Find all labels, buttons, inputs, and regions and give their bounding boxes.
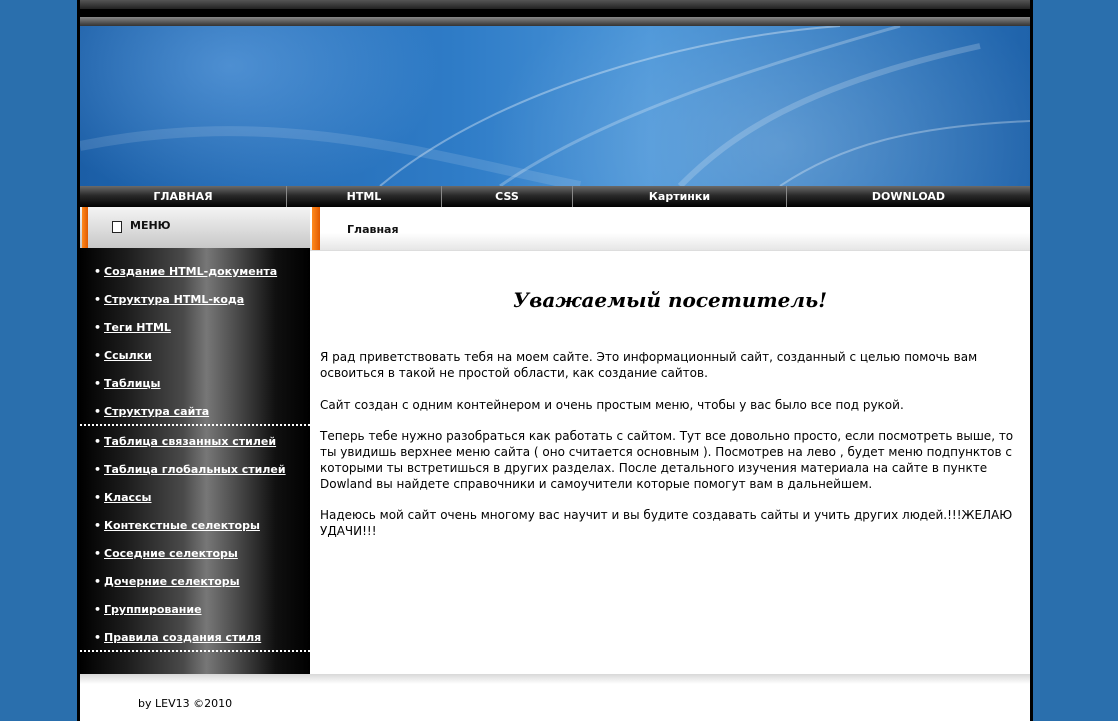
content-header-accent	[312, 207, 320, 250]
sidebar-link-label: Контекстные селекторы	[104, 519, 260, 532]
sidebar-title: МЕНЮ	[130, 219, 171, 232]
top-gap	[80, 9, 1030, 17]
sidebar-link[interactable]: • Теги HTML	[94, 321, 171, 334]
sidebar-link-label: Ссылки	[104, 349, 152, 362]
sidebar-header: МЕНЮ	[80, 207, 310, 248]
top-nav: ГЛАВНАЯ HTML CSS Картинки DOWNLOAD	[80, 186, 1030, 207]
sidebar-link-label: Таблицы	[104, 377, 161, 390]
main-content: Уважаемый посетитель! Я рад приветствова…	[310, 251, 1030, 673]
sidebar-link[interactable]: • Контекстные селекторы	[94, 519, 260, 532]
bullet-icon: •	[94, 575, 102, 588]
header-banner	[80, 26, 1030, 186]
breadcrumb: Главная	[347, 223, 399, 236]
sidebar-link[interactable]: • Таблица связанных стилей	[94, 435, 276, 448]
content-paragraph: Сайт создан с одним контейнером и очень …	[320, 398, 904, 412]
bullet-icon: •	[94, 405, 102, 418]
sidebar-link-label: Таблица глобальных стилей	[104, 463, 286, 476]
sidebar-link[interactable]: • Структура HTML-кода	[94, 293, 244, 306]
bullet-icon: •	[94, 547, 102, 560]
sidebar-menu: • Создание HTML-документа • Структура HTML-…	[80, 248, 310, 674]
sidebar-divider	[80, 424, 310, 426]
sidebar-link-label: Теги HTML	[104, 321, 171, 334]
bullet-icon: •	[94, 293, 102, 306]
sidebar-link-label: Структура сайта	[104, 405, 210, 418]
bullet-icon: •	[94, 377, 102, 390]
bullet-icon: •	[94, 603, 102, 616]
banner-swoosh-art	[80, 26, 1030, 186]
sidebar-link[interactable]: • Создание HTML-документа	[94, 265, 277, 278]
sidebar-header-accent	[82, 207, 88, 248]
page-frame: ГЛАВНАЯ HTML CSS Картинки DOWNLOAD МЕНЮ • Соз…	[77, 0, 1033, 721]
sidebar-link-label: Дочерние селекторы	[104, 575, 240, 588]
content-paragraph: Теперь тебе нужно разобраться как работа…	[320, 429, 1014, 491]
sidebar-link-label: Соседние селекторы	[104, 547, 238, 560]
nav-item-2[interactable]: HTML	[287, 186, 442, 207]
sidebar-link[interactable]: • Ссылки	[94, 349, 152, 362]
bullet-icon: •	[94, 265, 102, 278]
sidebar-link[interactable]: • Таблицы	[94, 377, 161, 390]
sidebar-link[interactable]: • Таблица глобальных стилей	[94, 463, 286, 476]
sidebar-divider	[80, 650, 310, 652]
sidebar-link[interactable]: • Дочерние селекторы	[94, 575, 240, 588]
top-strip-lower	[80, 17, 1030, 26]
nav-item-3[interactable]: CSS	[442, 186, 573, 207]
footer-copyright: by LEV13 ©2010	[138, 697, 233, 710]
sidebar-link[interactable]: • Правила создания стиля	[94, 631, 261, 644]
sidebar-link[interactable]: • Группирование	[94, 603, 202, 616]
top-strip	[80, 0, 1030, 9]
bullet-icon: •	[94, 321, 102, 334]
sidebar-link-label: Классы	[104, 491, 152, 504]
page-title: Уважаемый посетитель!	[513, 288, 827, 312]
nav-item-1[interactable]: ГЛАВНАЯ	[80, 186, 287, 207]
bullet-icon: •	[94, 491, 102, 504]
content-paragraph: Надеюсь мой сайт очень многому вас научи…	[320, 508, 1013, 538]
sidebar-link[interactable]: • Соседние селекторы	[94, 547, 238, 560]
sidebar-link-label: Таблица связанных стилей	[104, 435, 277, 448]
sidebar-link-label: Правила создания стиля	[104, 631, 262, 644]
bullet-icon: •	[94, 463, 102, 476]
sidebar-link-label: Создание HTML-документа	[104, 265, 278, 278]
nav-item-4[interactable]: Картинки	[573, 186, 787, 207]
sidebar-link-label: Группирование	[104, 603, 202, 616]
content-paragraph: Я рад приветствовать тебя на моем сайте.…	[320, 350, 978, 380]
site-container: ГЛАВНАЯ HTML CSS Картинки DOWNLOAD МЕНЮ • Соз…	[80, 0, 1030, 721]
footer: by LEV13 ©2010	[80, 674, 1030, 721]
bullet-icon: •	[94, 349, 102, 362]
bullet-icon: •	[94, 519, 102, 532]
content-header: Главная	[310, 207, 1030, 251]
sidebar-link[interactable]: • Структура сайта	[94, 405, 209, 418]
bullet-icon: •	[94, 435, 102, 448]
bullet-icon: •	[94, 631, 102, 644]
sidebar-link-label: Структура HTML-кода	[104, 293, 245, 306]
nav-item-5[interactable]: DOWNLOAD	[787, 186, 1030, 207]
sidebar-link[interactable]: • Классы	[94, 491, 152, 504]
document-icon	[112, 221, 122, 233]
